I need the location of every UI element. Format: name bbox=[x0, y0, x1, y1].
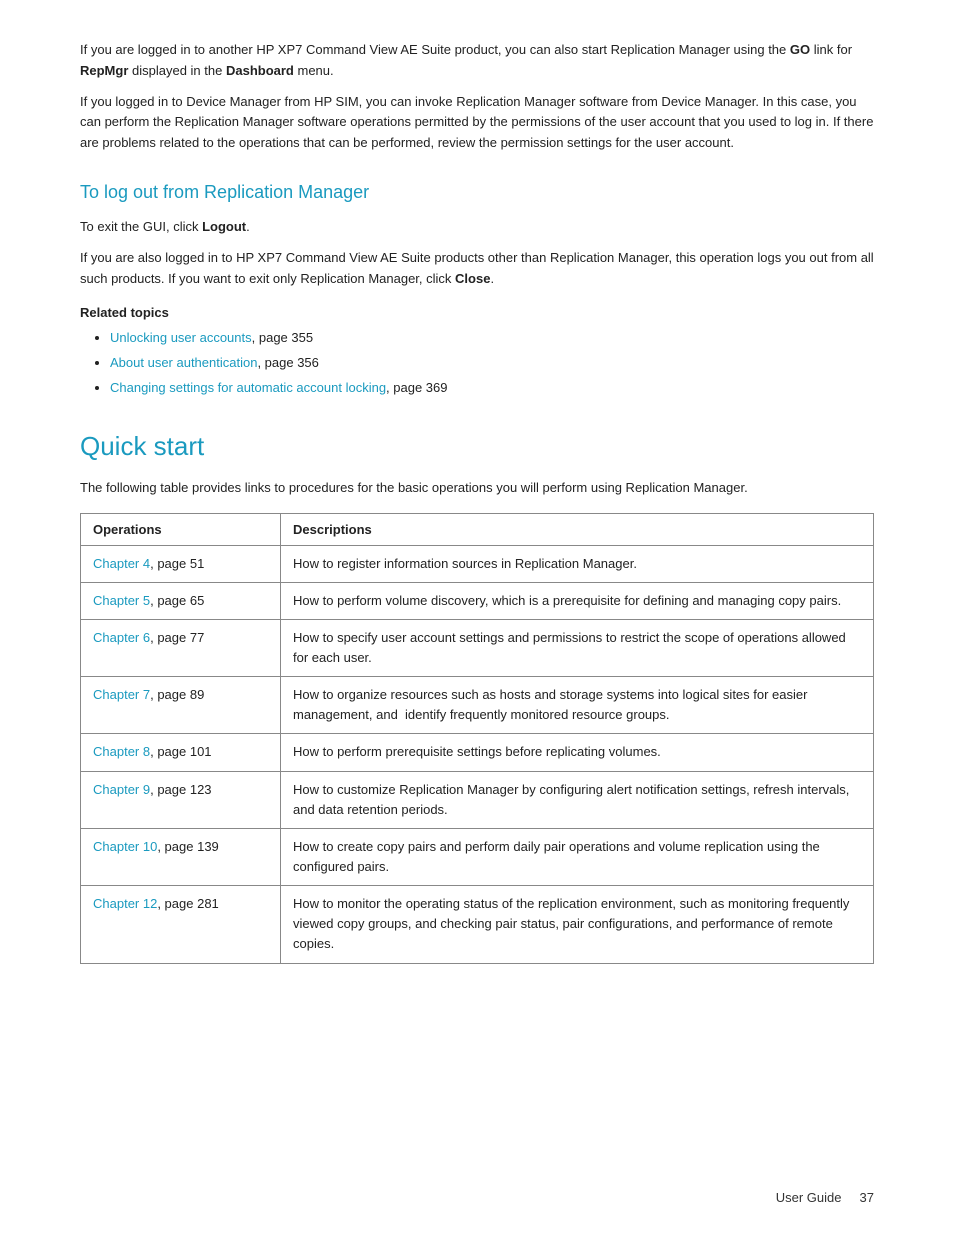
table-row: Chapter 8, page 101 How to perform prere… bbox=[81, 734, 874, 771]
chapter5-link[interactable]: Chapter 5 bbox=[93, 593, 150, 608]
footer-label: User Guide bbox=[776, 1190, 842, 1205]
table-cell-desc: How to monitor the operating status of t… bbox=[281, 886, 874, 963]
logout-para-1: To exit the GUI, click Logout. bbox=[80, 217, 874, 238]
table-row: Chapter 4, page 51 How to register infor… bbox=[81, 545, 874, 582]
table-row: Chapter 6, page 77 How to specify user a… bbox=[81, 619, 874, 676]
table-cell-link: Chapter 5, page 65 bbox=[81, 582, 281, 619]
table-cell-link: Chapter 10, page 139 bbox=[81, 828, 281, 885]
quick-start-heading: Quick start bbox=[80, 431, 874, 462]
table-cell-link: Chapter 7, page 89 bbox=[81, 677, 281, 734]
account-locking-link[interactable]: Changing settings for automatic account … bbox=[110, 380, 386, 395]
footer-page-number: 37 bbox=[860, 1190, 874, 1205]
list-item: Unlocking user accounts, page 355 bbox=[110, 328, 874, 349]
table-row: Chapter 12, page 281 How to monitor the … bbox=[81, 886, 874, 963]
table-cell-desc: How to create copy pairs and perform dai… bbox=[281, 828, 874, 885]
chapter6-link[interactable]: Chapter 6 bbox=[93, 630, 150, 645]
logout-section-heading: To log out from Replication Manager bbox=[80, 182, 874, 203]
intro-para-2: If you logged in to Device Manager from … bbox=[80, 92, 874, 154]
unlocking-accounts-link[interactable]: Unlocking user accounts bbox=[110, 330, 252, 345]
table-cell-link: Chapter 6, page 77 bbox=[81, 619, 281, 676]
chapter9-link[interactable]: Chapter 9 bbox=[93, 782, 150, 797]
quick-start-intro: The following table provides links to pr… bbox=[80, 478, 874, 499]
table-row: Chapter 9, page 123 How to customize Rep… bbox=[81, 771, 874, 828]
chapter7-link[interactable]: Chapter 7 bbox=[93, 687, 150, 702]
table-cell-link: Chapter 12, page 281 bbox=[81, 886, 281, 963]
chapter8-link[interactable]: Chapter 8 bbox=[93, 744, 150, 759]
related-topics-heading: Related topics bbox=[80, 305, 874, 320]
logout-para-2: If you are also logged in to HP XP7 Comm… bbox=[80, 248, 874, 290]
table-header-row: Operations Descriptions bbox=[81, 513, 874, 545]
table-cell-desc: How to specify user account settings and… bbox=[281, 619, 874, 676]
intro-para-1: If you are logged in to another HP XP7 C… bbox=[80, 40, 874, 82]
table-cell-link: Chapter 8, page 101 bbox=[81, 734, 281, 771]
chapter10-link[interactable]: Chapter 10 bbox=[93, 839, 157, 854]
chapter12-link[interactable]: Chapter 12 bbox=[93, 896, 157, 911]
chapter4-link[interactable]: Chapter 4 bbox=[93, 556, 150, 571]
table-row: Chapter 5, page 65 How to perform volume… bbox=[81, 582, 874, 619]
table-cell-link: Chapter 9, page 123 bbox=[81, 771, 281, 828]
table-row: Chapter 7, page 89 How to organize resou… bbox=[81, 677, 874, 734]
related-topics-list: Unlocking user accounts, page 355 About … bbox=[110, 328, 874, 398]
col-header-operations: Operations bbox=[81, 513, 281, 545]
table-cell-desc: How to perform volume discovery, which i… bbox=[281, 582, 874, 619]
col-header-descriptions: Descriptions bbox=[281, 513, 874, 545]
related-topics-block: Related topics Unlocking user accounts, … bbox=[80, 305, 874, 398]
page: If you are logged in to another HP XP7 C… bbox=[0, 0, 954, 1235]
table-cell-link: Chapter 4, page 51 bbox=[81, 545, 281, 582]
list-item: Changing settings for automatic account … bbox=[110, 378, 874, 399]
page-footer: User Guide 37 bbox=[776, 1190, 874, 1205]
table-cell-desc: How to customize Replication Manager by … bbox=[281, 771, 874, 828]
user-authentication-link[interactable]: About user authentication bbox=[110, 355, 257, 370]
list-item: About user authentication, page 356 bbox=[110, 353, 874, 374]
table-cell-desc: How to organize resources such as hosts … bbox=[281, 677, 874, 734]
quick-start-table: Operations Descriptions Chapter 4, page … bbox=[80, 513, 874, 964]
table-cell-desc: How to perform prerequisite settings bef… bbox=[281, 734, 874, 771]
table-row: Chapter 10, page 139 How to create copy … bbox=[81, 828, 874, 885]
table-cell-desc: How to register information sources in R… bbox=[281, 545, 874, 582]
